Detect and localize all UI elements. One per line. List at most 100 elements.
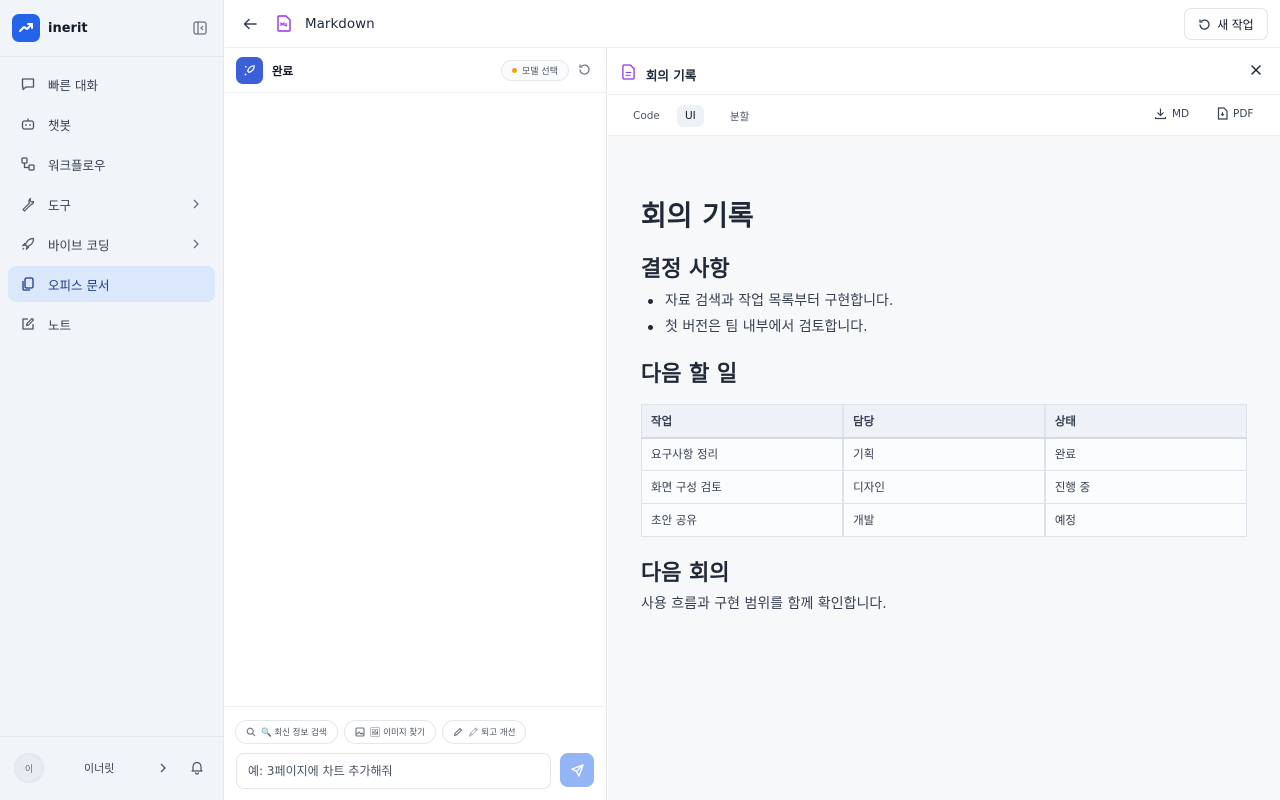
export-pdf-label: PDF [1233,107,1254,120]
sidebar: inerit 빠른 대화 챗봇 워크플로우 도구 바이브 코딩 오피스 문서 노… [0,0,224,800]
table-cell: 요구사항 정리 [641,437,845,471]
chip-proofread[interactable]: 🖍 퇴고 개선 [441,720,527,744]
download-icon [1154,108,1167,120]
export-md-button[interactable]: MD [1154,107,1189,120]
sidebar-item-tools[interactable]: 도구 [8,186,215,222]
doc-title: 회의 기록 [641,199,754,232]
bot-icon [19,115,37,133]
preview-panel: 회의 기록 Code UI 분할 MD PDF 회의 기록 결정 사항 자료 검… [608,48,1280,800]
sidebar-item-vibe-coding[interactable]: 바이브 코딩 [8,226,215,262]
document-content: 회의 기록 결정 사항 자료 검색과 작업 목록부터 구현합니다. 첫 버전은 … [641,198,1247,617]
chip-label: 🖍 퇴고 개선 [467,728,516,738]
chat-panel: 완료 모델 선택 🔍 최신 정보 검색 🖼 이미지 찾기 🖍 퇴고 개선 [225,48,607,800]
model-select-button[interactable]: 모델 선택 [501,60,569,81]
table-header: 상태 [1044,404,1247,439]
chip-label: 🔍 최신 정보 검색 [261,728,327,738]
image-icon [355,727,365,737]
divider [0,736,223,737]
user-name: 이너릿 [84,762,115,775]
bell-icon[interactable] [189,759,205,779]
chevron-right-icon [191,237,201,251]
prompt-input[interactable] [236,753,551,789]
rocket-icon [19,235,37,253]
table-cell: 기획 [843,437,1046,471]
new-task-button[interactable]: 새 작업 [1184,8,1268,40]
chevron-right-icon[interactable] [158,761,168,779]
sidebar-item-notes[interactable]: 노트 [8,306,215,342]
table-row: 초안 공유 개발 예정 [641,503,1247,537]
preview-title: 회의 기록 [646,68,697,83]
pencil-icon [453,727,462,737]
table-cell: 예정 [1044,503,1247,537]
new-task-label: 새 작업 [1217,17,1254,32]
sidebar-collapse-icon[interactable] [192,20,208,36]
sidebar-item-quick-chat[interactable]: 빠른 대화 [8,66,215,102]
brand-name: inerit [48,20,88,36]
export-pdf-button[interactable]: PDF [1217,107,1253,120]
tasks-table: 작업 담당 상태 요구사항 정리 기획 완료 화면 구성 검토 디자인 진행 중… [641,404,1247,537]
chevron-right-icon [191,197,201,211]
search-icon [246,727,256,737]
brand[interactable]: inerit [12,14,212,42]
decisions-list: 자료 검색과 작업 목록부터 구현합니다. 첫 버전은 팀 내부에서 검토합니다… [641,288,1247,340]
table-row: 요구사항 정리 기획 완료 [641,437,1247,471]
sidebar-nav: 빠른 대화 챗봇 워크플로우 도구 바이브 코딩 오피스 문서 노트 [8,66,215,346]
status-dot [512,68,517,73]
tab-ui[interactable]: UI [677,105,704,127]
table-cell: 디자인 [843,470,1046,504]
model-select-label: 모델 선택 [522,67,558,77]
markdown-file-icon [277,15,291,36]
preview-tabs: Code UI 분할 MD PDF [608,95,1280,136]
documents-icon [19,275,37,293]
sparkle-rocket-icon [236,57,263,84]
sidebar-item-label: 워크플로우 [48,157,106,173]
table-header-row: 작업 담당 상태 [641,404,1247,439]
section-heading-decisions: 결정 사항 [641,257,730,282]
sidebar-item-label: 오피스 문서 [48,277,110,293]
table-cell: 개발 [843,503,1046,537]
table-cell: 완료 [1044,437,1247,471]
document-icon [622,64,635,84]
divider [0,56,223,57]
sidebar-item-chatbot[interactable]: 챗봇 [8,106,215,142]
chip-find-image[interactable]: 🖼 이미지 찾기 [343,720,436,744]
workflow-icon [19,155,37,173]
send-button[interactable] [560,753,594,787]
back-arrow-icon[interactable] [241,15,259,33]
wrench-icon [19,195,37,213]
sidebar-item-label: 빠른 대화 [48,77,98,93]
sidebar-item-label: 노트 [48,317,72,333]
chart-trend-icon [12,14,40,42]
refresh-icon[interactable] [578,63,591,80]
section-heading-next-meeting: 다음 회의 [641,561,730,586]
paragraph: 사용 흐름과 구현 범위를 함께 확인합니다. [641,596,887,612]
sidebar-item-label: 도구 [48,197,72,213]
chat-header: 완료 모델 선택 [225,48,607,93]
sidebar-item-label: 챗봇 [48,117,72,133]
table-header: 작업 [641,404,845,439]
export-md-label: MD [1172,107,1190,120]
pdf-file-icon [1217,107,1228,120]
sidebar-item-office-docs[interactable]: 오피스 문서 [8,266,215,302]
chip-latest-search[interactable]: 🔍 최신 정보 검색 [235,720,338,744]
table-cell: 진행 중 [1044,470,1247,504]
top-bar: Markdown 새 작업 [225,0,1280,48]
tab-split[interactable]: 분할 [722,105,757,127]
chat-bubble-icon [19,75,37,93]
agent-status: 완료 [272,64,294,78]
table-cell: 초안 공유 [641,503,845,537]
table-cell: 화면 구성 검토 [641,470,845,504]
page-title: Markdown [305,16,375,32]
sidebar-item-workflow[interactable]: 워크플로우 [8,146,215,182]
divider [225,706,607,707]
table-row: 화면 구성 검토 디자인 진행 중 [641,470,1247,504]
table-header: 담당 [843,404,1046,439]
suggestion-chips: 🔍 최신 정보 검색 🖼 이미지 찾기 🖍 퇴고 개선 [235,720,532,744]
close-icon[interactable] [1250,64,1262,80]
section-heading-todo: 다음 할 일 [641,362,738,387]
avatar: 이 [14,753,44,783]
tab-code[interactable]: Code [625,105,668,127]
user-profile[interactable]: 이 이너릿 [12,752,212,786]
sidebar-item-label: 바이브 코딩 [48,237,110,253]
refresh-icon [1199,18,1210,30]
